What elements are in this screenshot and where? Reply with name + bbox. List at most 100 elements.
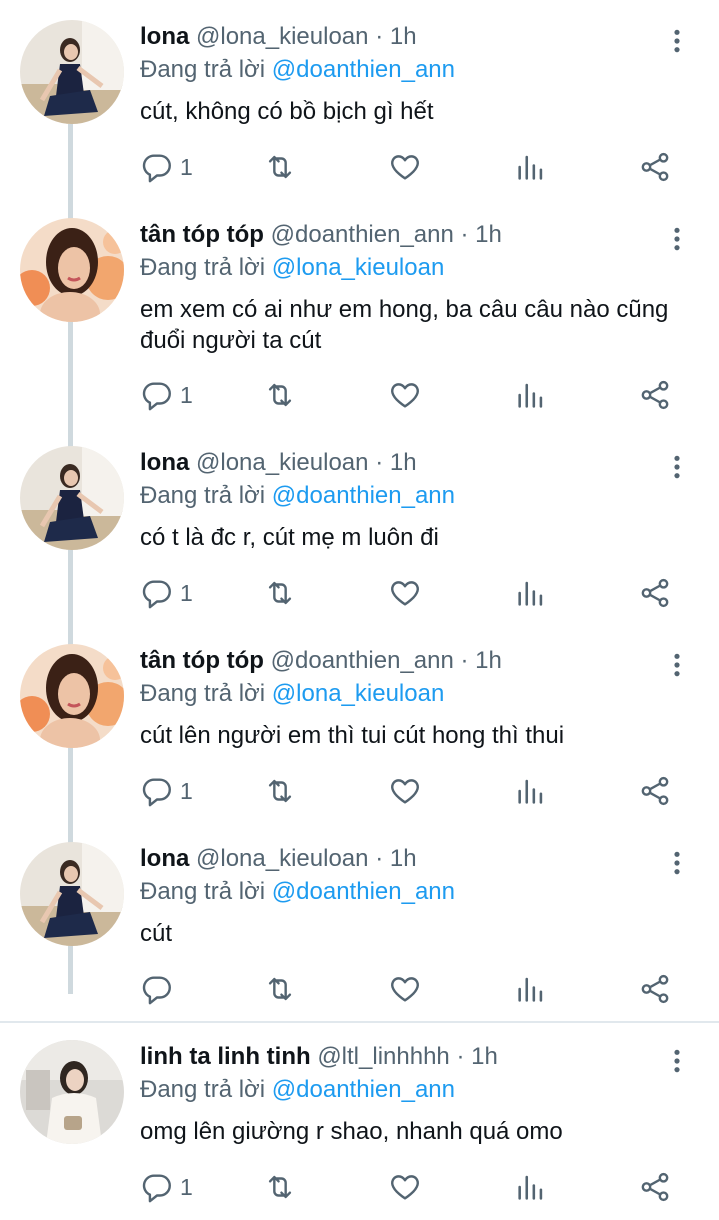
tweet-text: cút lên người em thì tui cút hong thì th… xyxy=(140,722,565,749)
retweet-button[interactable] xyxy=(263,573,297,613)
timestamp[interactable]: · 1h xyxy=(461,647,502,674)
more-icon[interactable] xyxy=(664,1048,690,1074)
timestamp[interactable]: · 1h xyxy=(375,845,416,872)
share-icon xyxy=(638,972,672,1006)
share-button[interactable] xyxy=(638,375,672,415)
tweet[interactable]: lona @lona_kieuloan · 1h Đang trả lời @d… xyxy=(0,20,719,195)
views-button[interactable] xyxy=(514,375,548,415)
display-name[interactable]: linh ta linh tinh xyxy=(140,1043,311,1070)
like-button[interactable] xyxy=(388,573,422,613)
share-button[interactable] xyxy=(638,771,672,811)
tweet-header: linh ta linh tinh @ltl_linhhhh · 1h xyxy=(140,1040,498,1074)
like-button[interactable] xyxy=(388,1167,422,1207)
retweet-icon xyxy=(263,972,297,1006)
retweet-icon xyxy=(263,774,297,808)
tweet[interactable]: tân tóp tóp @doanthien_ann · 1h Đang trả… xyxy=(0,644,719,819)
share-icon xyxy=(638,576,672,610)
views-icon xyxy=(514,1170,548,1204)
avatar[interactable] xyxy=(20,1040,124,1144)
reply-prefix: Đang trả lời xyxy=(140,56,266,83)
username[interactable]: @doanthien_ann xyxy=(271,221,454,248)
share-button[interactable] xyxy=(638,573,672,613)
more-icon[interactable] xyxy=(664,652,690,678)
tweet-actions: 1 xyxy=(140,1167,700,1207)
reply-button[interactable]: 1 xyxy=(140,573,193,613)
mention-link[interactable]: @doanthien_ann xyxy=(272,878,455,905)
mention-link[interactable]: @lona_kieuloan xyxy=(272,254,445,281)
tweet[interactable]: lona @lona_kieuloan · 1h Đang trả lời @d… xyxy=(0,446,719,621)
username[interactable]: @ltl_linhhhh xyxy=(317,1043,449,1070)
like-button[interactable] xyxy=(388,771,422,811)
tweet[interactable]: tân tóp tóp @doanthien_ann · 1h Đang trả… xyxy=(0,218,719,423)
tweet-text: có t là đc r, cút mẹ m luôn đi xyxy=(140,524,439,551)
mention-link[interactable]: @doanthien_ann xyxy=(272,56,455,83)
username[interactable]: @doanthien_ann xyxy=(271,647,454,674)
display-name[interactable]: lona xyxy=(140,449,189,476)
avatar[interactable] xyxy=(20,20,124,124)
retweet-button[interactable] xyxy=(263,1167,297,1207)
timestamp[interactable]: · 1h xyxy=(456,1043,497,1070)
display-name[interactable]: lona xyxy=(140,23,189,50)
avatar[interactable] xyxy=(20,446,124,550)
reply-prefix: Đang trả lời xyxy=(140,1076,266,1103)
mention-link[interactable]: @doanthien_ann xyxy=(272,1076,455,1103)
share-button[interactable] xyxy=(638,969,672,1009)
retweet-button[interactable] xyxy=(263,147,297,187)
mention-link[interactable]: @lona_kieuloan xyxy=(272,680,445,707)
views-button[interactable] xyxy=(514,573,548,613)
tweet-actions: 1 xyxy=(140,147,700,187)
views-button[interactable] xyxy=(514,969,548,1009)
retweet-button[interactable] xyxy=(263,375,297,415)
reply-button[interactable]: 1 xyxy=(140,147,193,187)
share-icon xyxy=(638,774,672,808)
username[interactable]: @lona_kieuloan xyxy=(196,449,369,476)
display-name[interactable]: lona xyxy=(140,845,189,872)
tweet-header: tân tóp tóp @doanthien_ann · 1h xyxy=(140,644,502,678)
like-button[interactable] xyxy=(388,147,422,187)
reply-button[interactable] xyxy=(140,969,180,1009)
reply-prefix: Đang trả lời xyxy=(140,680,266,707)
timestamp[interactable]: · 1h xyxy=(375,449,416,476)
mention-link[interactable]: @doanthien_ann xyxy=(272,482,455,509)
timestamp[interactable]: · 1h xyxy=(375,23,416,50)
username[interactable]: @lona_kieuloan xyxy=(196,845,369,872)
reply-button[interactable]: 1 xyxy=(140,771,193,811)
username[interactable]: @lona_kieuloan xyxy=(196,23,369,50)
retweet-button[interactable] xyxy=(263,969,297,1009)
views-icon xyxy=(514,576,548,610)
avatar[interactable] xyxy=(20,218,124,322)
tweet[interactable]: lona @lona_kieuloan · 1h Đang trả lời @d… xyxy=(0,842,719,1017)
reply-count: 1 xyxy=(180,579,193,606)
avatar[interactable] xyxy=(20,644,124,748)
display-name[interactable]: tân tóp tóp xyxy=(140,647,264,674)
tweet[interactable]: linh ta linh tinh @ltl_linhhhh · 1h Đang… xyxy=(0,1040,719,1215)
like-icon xyxy=(388,576,422,610)
views-button[interactable] xyxy=(514,771,548,811)
reply-button[interactable]: 1 xyxy=(140,1167,193,1207)
replying-to: Đang trả lời @lona_kieuloan xyxy=(140,677,444,711)
retweet-icon xyxy=(263,1170,297,1204)
timestamp[interactable]: · 1h xyxy=(461,221,502,248)
views-button[interactable] xyxy=(514,1167,548,1207)
replying-to: Đang trả lời @lona_kieuloan xyxy=(140,251,444,285)
like-button[interactable] xyxy=(388,969,422,1009)
more-icon[interactable] xyxy=(664,454,690,480)
share-button[interactable] xyxy=(638,147,672,187)
reply-count: 1 xyxy=(180,153,193,180)
retweet-button[interactable] xyxy=(263,771,297,811)
tweet-header: lona @lona_kieuloan · 1h xyxy=(140,842,417,876)
display-name[interactable]: tân tóp tóp xyxy=(140,221,264,248)
more-icon[interactable] xyxy=(664,28,690,54)
reply-count: 1 xyxy=(180,1173,193,1200)
avatar[interactable] xyxy=(20,842,124,946)
tweet-text: cút xyxy=(140,920,173,947)
replying-to: Đang trả lời @doanthien_ann xyxy=(140,1073,455,1107)
retweet-icon xyxy=(263,576,297,610)
reply-button[interactable]: 1 xyxy=(140,375,193,415)
share-button[interactable] xyxy=(638,1167,672,1207)
like-button[interactable] xyxy=(388,375,422,415)
more-icon[interactable] xyxy=(664,850,690,876)
more-icon[interactable] xyxy=(664,226,690,252)
views-button[interactable] xyxy=(514,147,548,187)
tweet-actions xyxy=(140,969,700,1009)
